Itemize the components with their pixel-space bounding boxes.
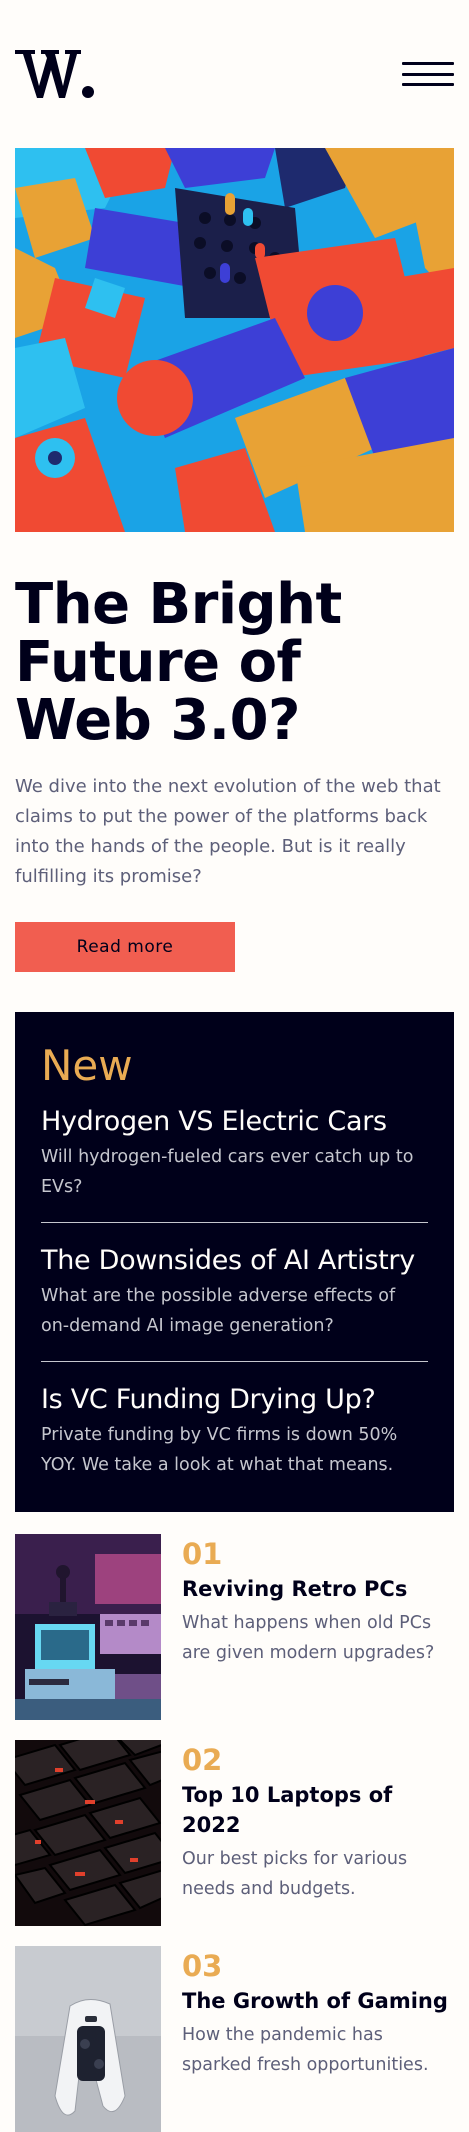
hero-abstract-shapes-image xyxy=(15,148,454,532)
site-header xyxy=(15,0,454,148)
numbered-articles-list: 01 Reviving Retro PCs What happens when … xyxy=(15,1534,454,2132)
read-more-button[interactable]: Read more xyxy=(15,922,235,972)
list-item-number: 01 xyxy=(182,1537,223,1571)
new-article-title[interactable]: Is VC Funding Drying Up? xyxy=(41,1382,428,1418)
list-item-body: 01 Reviving Retro PCs What happens when … xyxy=(182,1534,442,1720)
list-item-number: 03 xyxy=(182,1949,223,1983)
list-item[interactable]: 03 The Growth of Gaming How the pandemic… xyxy=(15,1946,454,2132)
menu-bar xyxy=(402,72,454,76)
list-item-number: 02 xyxy=(182,1743,223,1777)
list-item[interactable]: 02 Top 10 Laptops of 2022 Our best picks… xyxy=(15,1740,454,1926)
list-item-body: 03 The Growth of Gaming How the pandemic… xyxy=(182,1946,448,2132)
hamburger-menu-icon[interactable] xyxy=(402,62,454,86)
new-article-desc: What are the possible adverse effects of… xyxy=(41,1286,396,1336)
laptop-keyboard-image[interactable] xyxy=(15,1740,161,1926)
logo-w-mark xyxy=(15,50,94,98)
new-article-title[interactable]: The Downsides of AI Artistry xyxy=(41,1243,428,1279)
new-article-item[interactable]: Is VC Funding Drying Up? Private funding… xyxy=(41,1361,428,1484)
site-logo[interactable] xyxy=(15,48,95,100)
menu-bar xyxy=(402,62,454,65)
list-item-desc: Our best picks for various needs and bud… xyxy=(182,1849,408,1899)
new-article-desc: Will hydrogen-fueled cars ever catch up … xyxy=(41,1147,414,1197)
list-item-desc: What happens when old PCs are given mode… xyxy=(182,1613,435,1663)
list-item-body: 02 Top 10 Laptops of 2022 Our best picks… xyxy=(182,1740,454,1926)
list-item-title[interactable]: Reviving Retro PCs xyxy=(182,1574,442,1604)
new-article-title[interactable]: Hydrogen VS Electric Cars xyxy=(41,1104,428,1140)
new-article-desc: Private funding by VC firms is down 50% … xyxy=(41,1425,398,1475)
list-item-desc: How the pandemic has sparked fresh oppor… xyxy=(182,2025,429,2075)
game-controller-image[interactable] xyxy=(15,1946,161,2132)
new-article-item[interactable]: Hydrogen VS Electric Cars Will hydrogen-… xyxy=(41,1104,428,1222)
new-section-title: New xyxy=(41,1041,133,1090)
list-item-title[interactable]: Top 10 Laptops of 2022 xyxy=(182,1780,454,1840)
menu-bar xyxy=(402,83,454,86)
hero-headline: The Bright Future of Web 3.0? xyxy=(15,572,342,753)
list-item-title[interactable]: The Growth of Gaming xyxy=(182,1986,448,2016)
hero-lede: We dive into the next evolution of the w… xyxy=(15,776,441,887)
page: The Bright Future of Web 3.0? We dive in… xyxy=(0,0,469,2132)
new-article-item[interactable]: The Downsides of AI Artistry What are th… xyxy=(41,1222,428,1361)
retro-pc-image[interactable] xyxy=(15,1534,161,1720)
new-articles-panel: New Hydrogen VS Electric Cars Will hydro… xyxy=(15,1012,454,1512)
list-item[interactable]: 01 Reviving Retro PCs What happens when … xyxy=(15,1534,454,1720)
